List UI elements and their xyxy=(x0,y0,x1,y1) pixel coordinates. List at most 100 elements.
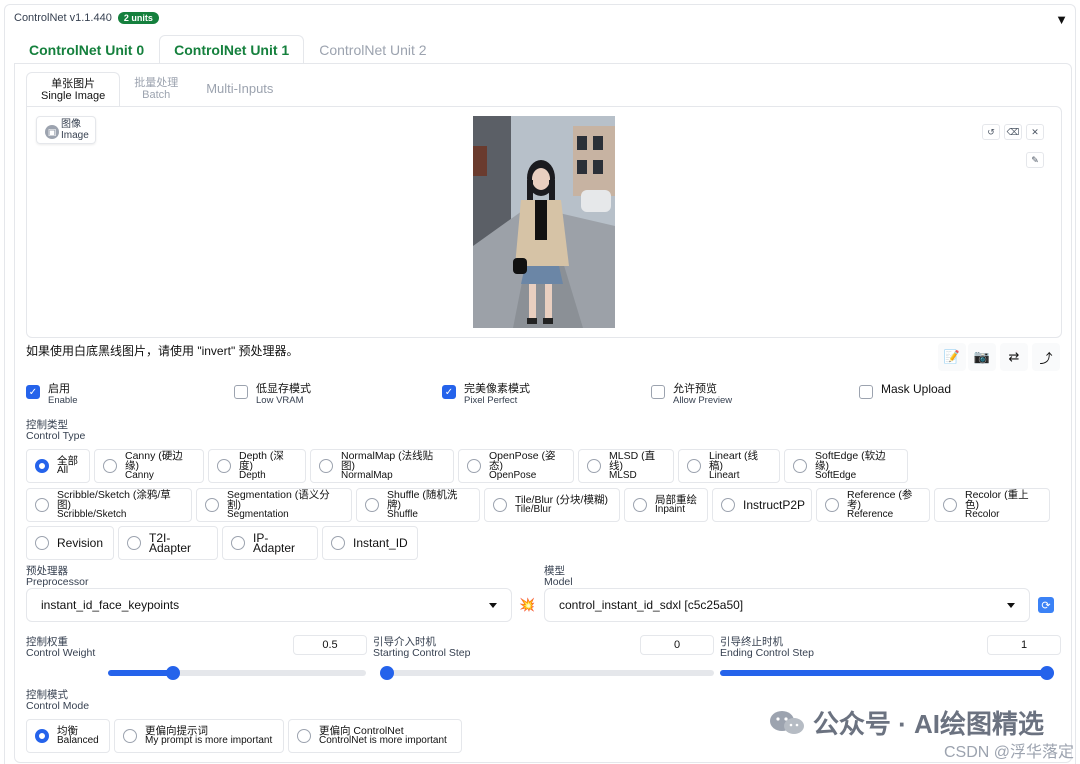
preprocessor-en: Preprocessor xyxy=(26,576,89,588)
control-type-zh: NormalMap (法线贴图) xyxy=(341,450,434,472)
control-weight-input[interactable]: 0.5 xyxy=(293,635,367,655)
model-en: Model xyxy=(544,576,573,588)
watermark: 公众号 · AI绘图精选 xyxy=(769,704,1044,741)
control-type-label: Recolor (重上色) Recolor xyxy=(965,490,1041,520)
control-type-3[interactable]: NormalMap (法线贴图) NormalMap xyxy=(310,449,454,483)
wechat-icon xyxy=(769,710,804,734)
close-icon[interactable]: ✕ xyxy=(1026,124,1044,140)
erase-icon[interactable]: ⌫ xyxy=(1004,124,1022,140)
tab-single-image[interactable]: 单张图片 Single Image xyxy=(26,72,121,106)
control-type-label: NormalMap (法线贴图) NormalMap xyxy=(341,451,445,481)
check-icon: ✓ xyxy=(442,385,456,399)
mask-upload-label: Mask Upload xyxy=(881,382,952,396)
units-badge: 2 units xyxy=(117,12,159,24)
control-type-15[interactable]: Recolor (重上色) Recolor xyxy=(934,488,1050,522)
slider-thumb[interactable] xyxy=(1040,666,1054,680)
low-vram-zh: 低显存模式 xyxy=(256,383,311,395)
tab-unit-2[interactable]: ControlNet Unit 2 xyxy=(304,35,441,63)
refresh-models-icon[interactable]: ⟳ xyxy=(1038,597,1054,613)
control-type-4[interactable]: OpenPose (姿态) OpenPose xyxy=(458,449,574,483)
control-type-en: NormalMap xyxy=(341,470,393,481)
control-type-label: 全部 All xyxy=(57,456,78,476)
accordion-header[interactable]: ControlNet v1.1.440 2 units xyxy=(14,12,159,24)
low-vram-checkbox[interactable]: 低显存模式 Low VRAM xyxy=(234,384,311,406)
control-weight-slider[interactable] xyxy=(108,666,366,680)
radio-icon xyxy=(35,536,49,550)
ending-step-en: Ending Control Step xyxy=(720,647,814,659)
tab-multi-inputs[interactable]: Multi-Inputs xyxy=(192,72,287,106)
control-mode-label: 均衡 Balanced xyxy=(57,726,99,746)
control-mode-en: ControlNet is more important xyxy=(319,735,447,746)
radio-icon xyxy=(103,459,117,473)
ending-step-input[interactable]: 1 xyxy=(987,635,1061,655)
mask-upload-checkbox[interactable]: Mask Upload xyxy=(859,382,952,399)
run-preprocessor-icon[interactable]: 💥 xyxy=(519,597,535,613)
control-type-en: Shuffle xyxy=(387,509,418,520)
control-type-13[interactable]: InstructP2P xyxy=(712,488,812,522)
control-type-8[interactable]: Scribble/Sketch (涂鸦/草图) Scribble/Sketch xyxy=(26,488,192,522)
control-type-19[interactable]: Instant_ID xyxy=(322,526,418,560)
starting-step-slider[interactable] xyxy=(380,666,714,680)
tab-batch[interactable]: 批量处理 Batch xyxy=(120,72,192,106)
send-icon[interactable]: ⤴ xyxy=(1032,343,1060,371)
pixel-perfect-checkbox[interactable]: ✓ 完美像素模式 Pixel Perfect xyxy=(442,384,530,406)
control-mode-label: 更偏向提示词 My prompt is more important xyxy=(145,726,272,746)
control-mode-0[interactable]: 均衡 Balanced xyxy=(26,719,110,753)
control-type-1[interactable]: Canny (硬边缘) Canny xyxy=(94,449,204,483)
control-type-label: 局部重绘 Inpaint xyxy=(655,495,697,515)
control-type-9[interactable]: Segmentation (语义分割) Segmentation xyxy=(196,488,352,522)
control-type-6[interactable]: Lineart (线稿) Lineart xyxy=(678,449,780,483)
reset-icon[interactable]: ↺ xyxy=(982,124,1000,140)
edit-icon[interactable]: 📝 xyxy=(938,343,966,371)
control-type-11[interactable]: Tile/Blur (分块/模糊) Tile/Blur xyxy=(484,488,620,522)
model-select[interactable]: control_instant_id_sdxl [c5c25a50] xyxy=(544,588,1030,622)
radio-icon xyxy=(943,498,957,512)
control-type-0[interactable]: 全部 All xyxy=(26,449,90,483)
slider-thumb[interactable] xyxy=(380,666,394,680)
control-type-5[interactable]: MLSD (直线) MLSD xyxy=(578,449,674,483)
control-type-17[interactable]: T2I-Adapter xyxy=(118,526,218,560)
control-type-zh: Reference (参考) xyxy=(847,489,913,511)
control-type-en: MLSD xyxy=(609,470,637,481)
camera-icon[interactable]: 📷 xyxy=(968,343,996,371)
control-type-7[interactable]: SoftEdge (软边缘) SoftEdge xyxy=(784,449,908,483)
enable-en: Enable xyxy=(48,395,78,406)
starting-step-label: 引导介入时机 Starting Control Step xyxy=(373,637,470,659)
collapse-icon[interactable]: ▼ xyxy=(1055,12,1068,27)
enable-checkbox[interactable]: ✓ 启用 Enable xyxy=(26,384,78,406)
radio-icon xyxy=(217,459,231,473)
check-icon: ✓ xyxy=(26,385,40,399)
radio-icon xyxy=(467,459,481,473)
control-type-16[interactable]: Revision xyxy=(26,526,114,560)
slider-fill xyxy=(720,670,1054,676)
tab-unit-1[interactable]: ControlNet Unit 1 xyxy=(159,35,305,63)
slider-thumb[interactable] xyxy=(165,666,180,680)
tab-single-image-en: Single Image xyxy=(41,89,106,102)
radio-icon xyxy=(493,498,507,512)
control-mode-label: 更偏向 ControlNet ControlNet is more importa… xyxy=(319,726,447,746)
control-type-en: Control Type xyxy=(26,430,86,442)
brush-icon[interactable]: ✎ xyxy=(1026,152,1044,168)
model-value: control_instant_id_sdxl [c5c25a50] xyxy=(559,598,744,612)
ending-step-slider[interactable] xyxy=(720,666,1054,680)
starting-step-input[interactable]: 0 xyxy=(640,635,714,655)
control-type-18[interactable]: IP-Adapter xyxy=(222,526,318,560)
control-type-zh: Depth (深度) xyxy=(239,450,284,472)
control-mode-2[interactable]: 更偏向 ControlNet ControlNet is more importa… xyxy=(288,719,462,753)
radio-icon xyxy=(825,498,839,512)
swap-icon[interactable]: ⇄ xyxy=(1000,343,1028,371)
tab-unit-0[interactable]: ControlNet Unit 0 xyxy=(14,35,159,63)
image-label-en: Image xyxy=(61,130,89,141)
preprocessor-select[interactable]: instant_id_face_keypoints xyxy=(26,588,512,622)
control-type-label: Lineart (线稿) Lineart xyxy=(709,451,771,481)
control-type-10[interactable]: Shuffle (随机洗牌) Shuffle xyxy=(356,488,480,522)
control-type-label: 控制类型 Control Type xyxy=(26,420,85,442)
control-type-2[interactable]: Depth (深度) Depth xyxy=(208,449,306,483)
radio-icon xyxy=(793,459,807,473)
control-type-12[interactable]: 局部重绘 Inpaint xyxy=(624,488,708,522)
control-mode-1[interactable]: 更偏向提示词 My prompt is more important xyxy=(114,719,284,753)
allow-preview-checkbox[interactable]: 允许预览 Allow Preview xyxy=(651,384,732,406)
control-type-14[interactable]: Reference (参考) Reference xyxy=(816,488,930,522)
control-mode-label: 控制模式 Control Mode xyxy=(26,690,89,712)
input-tabs: 单张图片 Single Image 批量处理 Batch Multi-Input… xyxy=(26,72,287,106)
